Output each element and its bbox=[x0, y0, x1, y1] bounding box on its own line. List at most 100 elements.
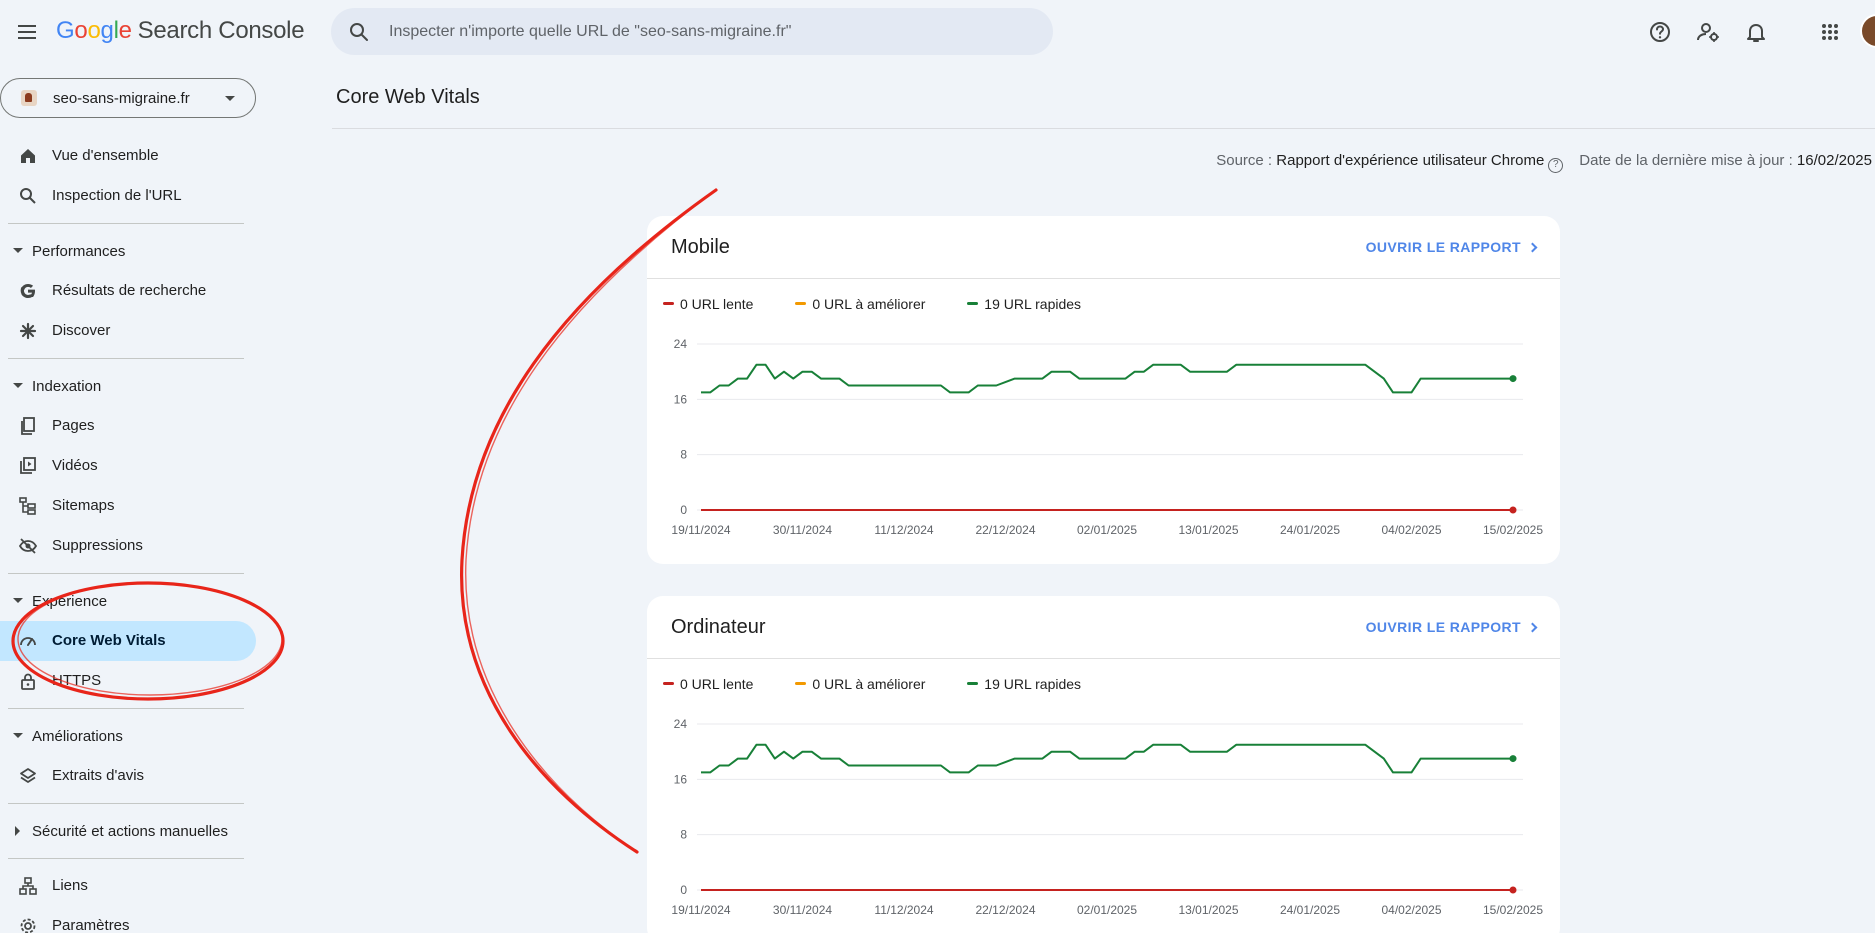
sidebar-item-label: Liens bbox=[52, 877, 88, 894]
sidebar-section-label: Améliorations bbox=[32, 728, 123, 745]
legend-label: 0 URL à améliorer bbox=[812, 676, 926, 692]
manage-users-icon[interactable] bbox=[1694, 18, 1722, 46]
google-g-icon bbox=[20, 284, 35, 298]
x-tick-label: 15/02/2025 bbox=[1483, 523, 1543, 537]
sidebar-section-performance[interactable]: Performances bbox=[0, 234, 256, 268]
x-tick-label: 15/02/2025 bbox=[1483, 903, 1543, 917]
sidebar-item-links[interactable]: Liens bbox=[0, 866, 256, 906]
sidebar-item-settings[interactable]: Paramètres bbox=[0, 906, 256, 933]
y-tick-label: 16 bbox=[674, 772, 688, 786]
chevron-right-icon bbox=[1527, 622, 1538, 633]
sidebar-item-label: Vidéos bbox=[52, 457, 98, 474]
card-divider bbox=[647, 658, 1560, 659]
apps-grid-icon[interactable] bbox=[1816, 18, 1844, 46]
x-tick-label: 24/01/2025 bbox=[1280, 523, 1340, 537]
card-title: Ordinateur bbox=[671, 616, 766, 638]
sidebar-divider bbox=[8, 573, 244, 574]
search-console-logo[interactable]: Google Search Console bbox=[56, 17, 305, 45]
source-value: Rapport d'expérience utilisateur Chrome bbox=[1276, 152, 1545, 169]
dropdown-arrow-icon bbox=[225, 96, 235, 101]
card-title: Mobile bbox=[671, 236, 730, 258]
logo-letter: e bbox=[118, 17, 132, 44]
search-input[interactable] bbox=[389, 8, 1029, 55]
help-icon[interactable]: ? bbox=[1548, 158, 1564, 173]
sidebar-section-enhancements[interactable]: Améliorations bbox=[0, 719, 256, 753]
y-tick-label: 0 bbox=[680, 883, 687, 897]
sidebar-item-url-inspection[interactable]: Inspection de l'URL bbox=[0, 176, 256, 216]
legend-item-slow[interactable]: 0 URL lente bbox=[663, 676, 753, 692]
sidebar-item-pages[interactable]: Pages bbox=[0, 406, 256, 446]
property-selector[interactable]: seo-sans-migraine.fr bbox=[0, 78, 256, 118]
desktop-line-chart: 0 8 16 24 19/11/2024 30/11/2024 11/12/2024 22/1… bbox=[671, 717, 1543, 917]
help-icon[interactable] bbox=[1646, 18, 1674, 46]
legend-label: 19 URL rapides bbox=[984, 296, 1082, 312]
y-tick-label: 8 bbox=[680, 448, 687, 462]
layers-icon bbox=[20, 768, 36, 783]
sidebar-item-label: Suppressions bbox=[52, 537, 143, 554]
sidebar-item-label: Pages bbox=[52, 417, 95, 434]
x-tick-label: 13/01/2025 bbox=[1178, 903, 1238, 917]
open-report-button[interactable]: OUVRIR LE RAPPORT bbox=[1365, 619, 1538, 635]
report-source-info: Source : Rapport d'expérience utilisateu… bbox=[1216, 152, 1872, 173]
sidebar-item-review-snippets[interactable]: Extraits d'avis bbox=[0, 756, 256, 796]
speed-gauge-icon bbox=[20, 637, 36, 646]
sidebar-item-https[interactable]: HTTPS bbox=[0, 661, 256, 701]
sidebar-section-experience[interactable]: Expérience bbox=[0, 584, 256, 618]
sidebar-item-videos[interactable]: Vidéos bbox=[0, 446, 256, 486]
y-tick-label: 24 bbox=[674, 717, 688, 731]
series-line bbox=[701, 743, 1513, 774]
sidebar-section-indexing[interactable]: Indexation bbox=[0, 369, 256, 403]
sidebar-section-label: Sécurité et actions manuelles bbox=[32, 823, 228, 840]
x-tick-label: 19/11/2024 bbox=[671, 523, 730, 537]
sidebar-item-core-web-vitals[interactable]: Core Web Vitals bbox=[0, 621, 256, 661]
logo-letter: o bbox=[87, 17, 101, 44]
sidebar-divider bbox=[8, 858, 244, 859]
search-icon bbox=[350, 23, 368, 41]
chevron-right-icon bbox=[1527, 242, 1538, 253]
legend-swatch bbox=[663, 302, 674, 305]
sidebar-item-label: HTTPS bbox=[52, 672, 102, 689]
lock-icon bbox=[21, 673, 35, 690]
sidebar-section-label: Indexation bbox=[32, 378, 102, 395]
menu-icon[interactable] bbox=[14, 18, 42, 46]
x-tick-label: 22/12/2024 bbox=[975, 523, 1035, 537]
sidebar-item-search-results[interactable]: Résultats de recherche bbox=[0, 271, 256, 311]
mobile-card: Mobile OUVRIR LE RAPPORT 0 URL lente 0 U… bbox=[647, 216, 1560, 564]
legend-swatch bbox=[967, 302, 979, 305]
series-end-point bbox=[1509, 886, 1517, 894]
property-favicon bbox=[21, 90, 37, 106]
legend-item-fast[interactable]: 19 URL rapides bbox=[967, 296, 1081, 312]
video-pages-icon bbox=[20, 457, 36, 474]
avatar[interactable] bbox=[1860, 14, 1875, 48]
sidebar-section-security[interactable]: Sécurité et actions manuelles bbox=[0, 814, 256, 848]
sidebar-section-label: Performances bbox=[32, 243, 126, 260]
legend-item-needs-improvement[interactable]: 0 URL à améliorer bbox=[795, 296, 925, 312]
y-tick-label: 24 bbox=[674, 337, 688, 351]
legend-label: 0 URL lente bbox=[680, 676, 754, 692]
legend-label: 0 URL à améliorer bbox=[812, 296, 926, 312]
notifications-icon[interactable] bbox=[1742, 18, 1770, 46]
sidebar-divider bbox=[8, 803, 244, 804]
mobile-line-chart: 0 8 16 24 19/11/2024 30/11/2024 11/12/2024 22/1… bbox=[671, 337, 1543, 537]
open-report-label: OUVRIR LE RAPPORT bbox=[1365, 619, 1521, 635]
x-tick-label: 13/01/2025 bbox=[1178, 523, 1238, 537]
expand-arrow-icon bbox=[15, 826, 20, 836]
url-inspection-search-bar[interactable] bbox=[331, 8, 1053, 55]
logo-letter: o bbox=[74, 17, 88, 44]
sidebar-item-sitemaps[interactable]: Sitemaps bbox=[0, 486, 256, 526]
sidebar-item-discover[interactable]: Discover bbox=[0, 311, 256, 351]
sidebar-item-overview[interactable]: Vue d'ensemble bbox=[0, 136, 256, 176]
chart-legend: 0 URL lente 0 URL à améliorer 19 URL rap… bbox=[663, 676, 1119, 692]
x-tick-label: 19/11/2024 bbox=[671, 903, 730, 917]
logo-letter: G bbox=[56, 17, 75, 44]
x-tick-label: 22/12/2024 bbox=[975, 903, 1035, 917]
property-name: seo-sans-migraine.fr bbox=[53, 90, 190, 107]
chart-legend: 0 URL lente 0 URL à améliorer 19 URL rap… bbox=[663, 296, 1119, 312]
legend-item-fast[interactable]: 19 URL rapides bbox=[967, 676, 1081, 692]
title-divider bbox=[332, 128, 1875, 129]
open-report-button[interactable]: OUVRIR LE RAPPORT bbox=[1366, 239, 1538, 255]
legend-item-slow[interactable]: 0 URL lente bbox=[663, 296, 753, 312]
last-updated-label: Date de la dernière mise à jour : bbox=[1579, 152, 1793, 169]
legend-item-needs-improvement[interactable]: 0 URL à améliorer bbox=[795, 676, 925, 692]
sidebar-item-removals[interactable]: Suppressions bbox=[0, 526, 256, 566]
